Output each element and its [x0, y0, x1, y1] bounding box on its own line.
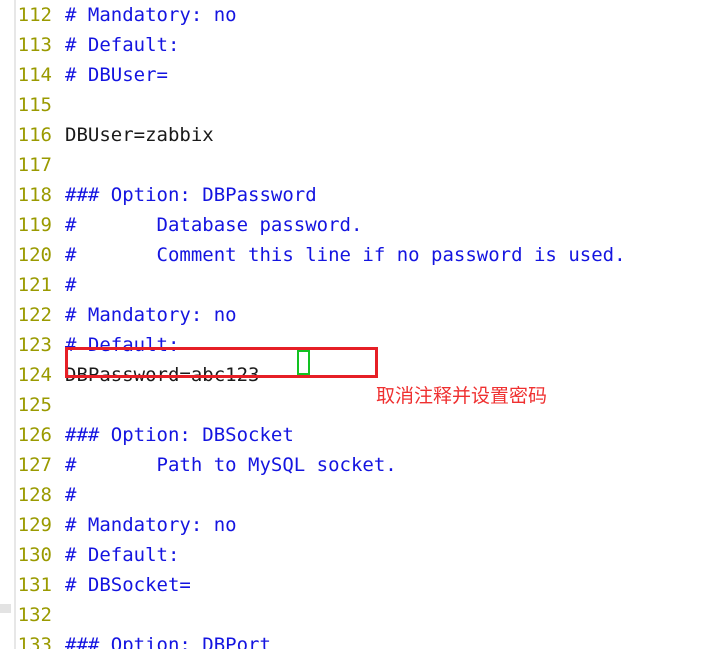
code-lines[interactable]: 112 # Mandatory: no 113 # Default: 114 # DBUs…	[0, 0, 713, 649]
line-number: 119	[17, 214, 52, 236]
code-line[interactable]: 112 # Mandatory: no	[0, 0, 713, 30]
code-line[interactable]: 114 # DBUser=	[0, 60, 713, 90]
code-line[interactable]: 130 # Default:	[0, 540, 713, 570]
code-line[interactable]: 115	[0, 90, 713, 120]
line-number: 127	[17, 454, 52, 476]
line-text[interactable]: # Comment this line if no password is us…	[52, 240, 626, 270]
line-number: 130	[17, 544, 52, 566]
line-text[interactable]: # DBSocket=	[52, 570, 191, 600]
line-text[interactable]: # DBUser=	[52, 60, 168, 90]
line-text[interactable]: # Default:	[52, 540, 179, 570]
line-text[interactable]: # Mandatory: no	[52, 510, 237, 540]
line-text[interactable]: # Default:	[52, 30, 179, 60]
code-line[interactable]: 120 # Comment this line if no password is…	[0, 240, 713, 270]
code-line[interactable]: 127 # Path to MySQL socket.	[0, 450, 713, 480]
line-text[interactable]: # Mandatory: no	[52, 300, 237, 330]
line-text[interactable]: # Mandatory: no	[52, 0, 237, 30]
line-text[interactable]: # Path to MySQL socket.	[52, 450, 397, 480]
line-number: 125	[17, 394, 52, 416]
code-line[interactable]: 118 ### Option: DBPassword	[0, 180, 713, 210]
code-line[interactable]: 125	[0, 390, 713, 420]
code-line[interactable]: 113 # Default:	[0, 30, 713, 60]
line-number: 118	[17, 184, 52, 206]
annotation-label: 取消注释并设置密码	[376, 385, 548, 407]
code-line[interactable]: 131 # DBSocket=	[0, 570, 713, 600]
line-text[interactable]: DBUser=zabbix	[52, 120, 214, 150]
line-number: 133	[17, 634, 52, 649]
line-number: 113	[17, 34, 52, 56]
line-number: 128	[17, 484, 52, 506]
code-line[interactable]: 121 #	[0, 270, 713, 300]
line-number: 126	[17, 424, 52, 446]
code-line[interactable]: 122 # Mandatory: no	[0, 300, 713, 330]
line-number: 124	[17, 364, 52, 386]
line-text[interactable]: DBPassword=abc123	[52, 360, 259, 390]
line-text[interactable]: #	[52, 270, 76, 300]
line-text[interactable]: ### Option: DBSocket	[52, 420, 294, 450]
line-number: 112	[17, 4, 52, 26]
line-number: 121	[17, 274, 52, 296]
line-text[interactable]: # Default:	[52, 330, 179, 360]
line-number: 132	[17, 604, 52, 626]
code-line[interactable]: 129 # Mandatory: no	[0, 510, 713, 540]
line-text[interactable]: # Database password.	[52, 210, 362, 240]
code-line[interactable]: 117	[0, 150, 713, 180]
line-text[interactable]: #	[52, 480, 76, 510]
code-line[interactable]: 126 ### Option: DBSocket	[0, 420, 713, 450]
code-editor[interactable]: 112 # Mandatory: no 113 # Default: 114 # DBUs…	[0, 0, 713, 649]
line-number: 116	[17, 124, 52, 146]
code-line[interactable]: 119 # Database password.	[0, 210, 713, 240]
code-line[interactable]: 116 DBUser=zabbix	[0, 120, 713, 150]
line-text[interactable]: ### Option: DBPort	[52, 630, 271, 649]
line-number: 123	[17, 334, 52, 356]
line-number: 122	[17, 304, 52, 326]
line-number: 120	[17, 244, 52, 266]
text-cursor	[297, 350, 310, 375]
line-number: 114	[17, 64, 52, 86]
code-line[interactable]: 128 #	[0, 480, 713, 510]
code-line[interactable]: 124 DBPassword=abc123	[0, 360, 713, 390]
code-line[interactable]: 132	[0, 600, 713, 630]
line-text[interactable]: ### Option: DBPassword	[52, 180, 317, 210]
code-line[interactable]: 133 ### Option: DBPort	[0, 630, 713, 649]
line-number: 115	[17, 94, 52, 116]
line-number: 131	[17, 574, 52, 596]
line-number: 129	[17, 514, 52, 536]
code-line[interactable]: 123 # Default:	[0, 330, 713, 360]
line-number: 117	[17, 154, 52, 176]
